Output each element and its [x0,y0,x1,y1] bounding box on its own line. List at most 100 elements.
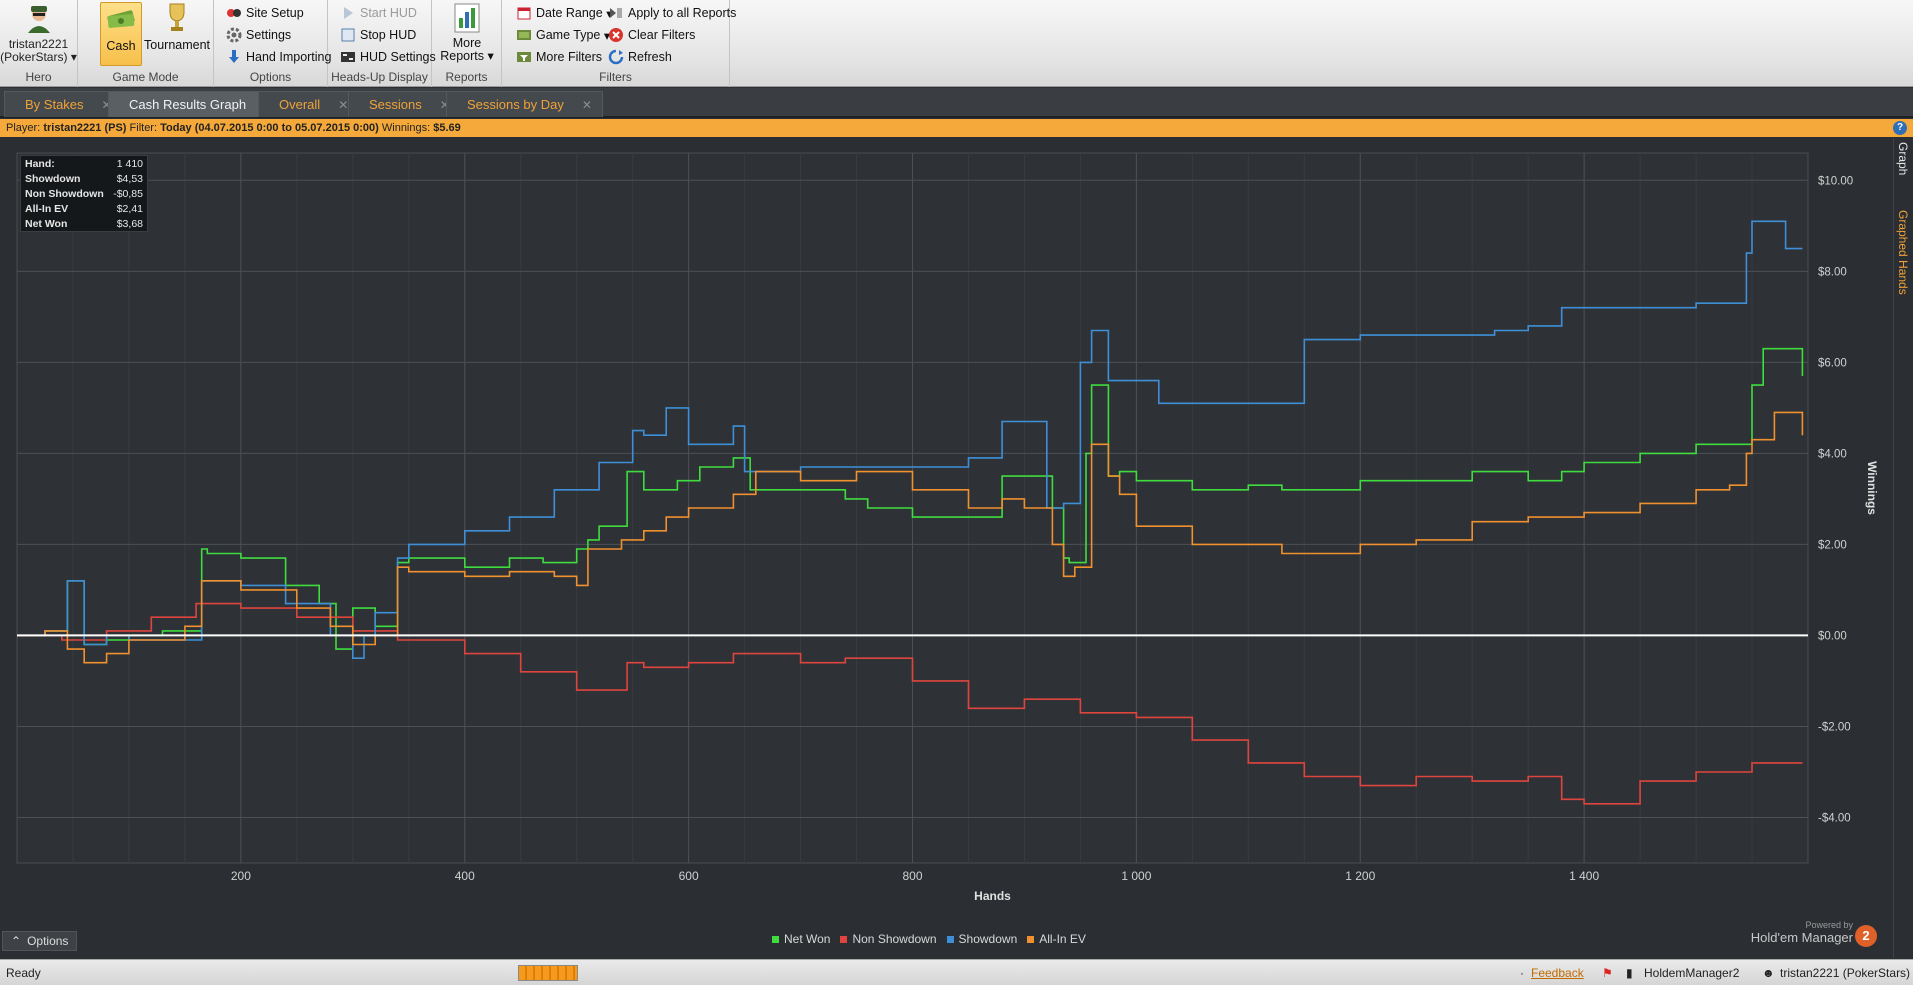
site-setup-button[interactable]: Site Setup [226,5,304,21]
y-tick-label: $4.00 [1818,448,1847,460]
legend-swatch [946,935,954,943]
winnings-value: $5.69 [433,122,461,134]
legend-swatch [840,935,848,943]
stop-hud-label: Stop HUD [360,28,417,42]
chart-legend: Net Won Non Showdown Showdown All-In EV [772,932,1086,946]
legend-item-net-won[interactable]: Net Won [772,932,830,946]
more-filters-icon [517,52,531,62]
feedback-link[interactable]: Feedback [1531,966,1584,980]
legend-item-non-showdown[interactable]: Non Showdown [840,932,937,946]
stats-row: Net Won $3,68 [21,216,147,231]
apply-to-all-reports-button[interactable]: Apply to all Reports [608,5,736,21]
help-icon[interactable]: ? [1893,121,1907,135]
stats-label: All-In EV [25,203,69,215]
filter-label: Filter: [129,122,158,134]
start-hud-label: Start HUD [360,6,417,20]
tournament-button[interactable]: Tournament [144,2,210,66]
tab-overall[interactable]: Overall ✕ [258,91,360,117]
stats-label: Non Showdown [25,188,104,200]
x-tick-label: 1 000 [1121,869,1151,883]
x-tick-label: 800 [902,869,922,883]
refresh-button[interactable]: Refresh [608,49,672,65]
status-text: Ready [6,966,41,980]
apply-all-icon [610,8,622,18]
tab-by-stakes[interactable]: By Stakes ✕ [4,91,123,117]
tab-sessions-by-day[interactable]: Sessions by Day ✕ [446,91,603,117]
refresh-label: Refresh [628,50,672,64]
side-tab-graph[interactable]: Graph [1896,142,1910,175]
game-mode-group-label: Game Mode [112,70,179,84]
more-reports-button[interactable]: More Reports ▾ [436,2,498,66]
y-tick-label: -$2.00 [1818,721,1851,733]
tab-label: Sessions by Day [467,97,564,112]
legend-item-showdown[interactable]: Showdown [946,932,1018,946]
status-bar: Ready · Feedback ⚑ ▮ HoldemManager2 ☻ tr… [0,959,1913,985]
site-setup-icon [227,9,241,17]
clear-filters-button[interactable]: Clear Filters [608,27,695,43]
stats-value: 1 410 [116,158,143,170]
hero-site: (PokerStars) [0,50,68,64]
import-progress-bar [518,965,578,981]
date-range-button[interactable]: Date Range ▾ [516,5,612,21]
cash-label: Cash [106,39,136,53]
hand-importing-label: Hand Importing [246,50,332,64]
report-tab-bar: By Stakes✕ Cash Results Graph✕ Overall✕ … [0,88,1913,118]
hud-settings-label: HUD Settings [360,50,436,64]
x-tick-label: 400 [455,869,475,883]
tab-label: Sessions [369,97,422,112]
game-type-button[interactable]: Game Type ▾ [516,27,610,43]
more-filters-label: More Filters [536,50,602,64]
results-chart[interactable]: 200 400 600 800 1 000 1 200 1 400 $10.00 $8.00 $6… [0,138,1893,958]
hero-avatar-icon[interactable] [24,3,54,33]
apply-to-all-reports-label: Apply to all Reports [628,6,737,20]
stats-row: Non Showdown -$0,85 [21,186,147,201]
hero-selector[interactable]: tristan2221 (PokerStars) ▾ [0,38,77,64]
legend-label: Net Won [784,932,831,946]
powered-by-product: Hold'em Manager [1750,930,1853,945]
chevron-down-icon: ▾ [70,50,77,64]
stats-label: Hand: [25,158,55,170]
filter-info-bar: Player: tristan2221 (PS) Filter: Today (… [0,119,1913,137]
hud-settings-icon [341,52,355,62]
stop-hud-button[interactable]: Stop HUD [340,27,416,43]
legend-label: Non Showdown [852,932,937,946]
legend-label: All-In EV [1039,932,1086,946]
close-icon[interactable]: ✕ [582,98,592,112]
legend-label: Showdown [958,932,1018,946]
game-type-label: Game Type [536,28,601,42]
hud-settings-button[interactable]: HUD Settings [340,49,436,65]
legend-item-all-in-ev[interactable]: All-In EV [1027,932,1086,946]
player-value: tristan2221 (PS) [43,122,127,134]
user-avatar-icon: ☻ [1762,966,1775,980]
more-filters-button[interactable]: More Filters [516,49,602,65]
stats-row: Showdown $4,53 [21,171,147,186]
settings-button[interactable]: Settings [226,27,291,43]
reports-group-label: Reports [445,70,488,84]
more-reports-label-2: Reports [440,49,484,63]
close-icon[interactable]: ✕ [338,98,348,112]
side-tab-graphed-hands[interactable]: Graphed Hands [1896,210,1910,295]
start-hud-button[interactable]: Start HUD [340,5,417,21]
winnings-label: Winnings: [381,122,431,134]
hero-group: tristan2221 (PokerStars) ▾ Hero [0,0,78,87]
trophy-icon [169,3,185,31]
stats-row: All-In EV $2,41 [21,201,147,216]
y-tick-label: $6.00 [1818,357,1847,369]
stats-value: -$0,85 [113,188,143,200]
flag-icon[interactable]: ⚑ [1602,966,1613,980]
feedback-bullet: · [1520,966,1524,980]
user-name[interactable]: tristan2221 (PokerStars) [1780,966,1910,980]
cash-button[interactable]: Cash [100,2,142,66]
stats-row: Hand: 1 410 [21,156,147,171]
game-mode-group: Cash Tournament Game Mode [78,0,214,87]
app-name[interactable]: HoldemManager2 [1644,966,1739,980]
chevron-up-icon: ⌃ [11,934,22,948]
hero-group-label: Hero [25,70,52,84]
hand-importing-button[interactable]: Hand Importing [226,49,331,65]
x-tick-label: 1 200 [1345,869,1375,883]
graph-area: 200 400 600 800 1 000 1 200 1 400 $10.00 $8.00 $6… [0,138,1893,958]
site-setup-label: Site Setup [246,6,304,20]
tab-sessions[interactable]: Sessions ✕ [348,91,461,117]
stats-value: $2,41 [116,203,143,215]
options-button[interactable]: ⌃ Options [2,931,78,951]
